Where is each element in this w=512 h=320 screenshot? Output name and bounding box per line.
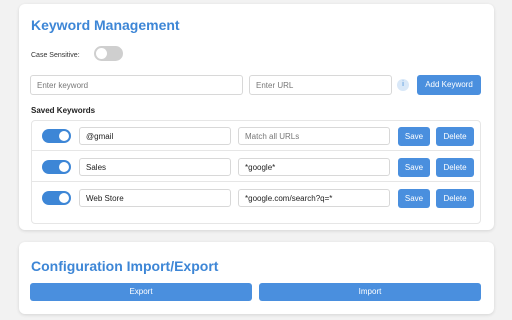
toggle-knob <box>59 162 69 172</box>
delete-button[interactable]: Delete <box>436 127 474 146</box>
keyword-enabled-toggle[interactable] <box>42 129 71 143</box>
row-keyword-field[interactable] <box>79 127 231 145</box>
row-url-field[interactable] <box>238 127 390 145</box>
row-url-field[interactable] <box>238 158 390 176</box>
keyword-row: Save Delete <box>32 121 480 151</box>
save-button[interactable]: Save <box>398 158 430 177</box>
keyword-row: Save Delete <box>32 183 480 213</box>
add-keyword-button[interactable]: Add Keyword <box>417 75 481 95</box>
keyword-input[interactable] <box>30 75 243 95</box>
save-button[interactable]: Save <box>398 127 430 146</box>
toggle-knob <box>59 193 69 203</box>
keyword-row: Save Delete <box>32 152 480 182</box>
case-sensitive-toggle[interactable] <box>94 46 123 61</box>
keyword-management-title: Keyword Management <box>31 17 180 33</box>
keyword-management-panel: Keyword Management Case Sensitive: i Add… <box>19 4 494 230</box>
toggle-knob <box>96 48 107 59</box>
keyword-enabled-toggle[interactable] <box>42 160 71 174</box>
row-keyword-field[interactable] <box>79 189 231 207</box>
info-icon[interactable]: i <box>397 79 409 91</box>
config-import-export-panel: Configuration Import/Export Export Impor… <box>19 242 494 314</box>
saved-keywords-list: Save Delete Save Delete Save Delete <box>31 120 481 224</box>
toggle-knob <box>59 131 69 141</box>
row-url-field[interactable] <box>238 189 390 207</box>
case-sensitive-label: Case Sensitive: <box>31 52 80 59</box>
delete-button[interactable]: Delete <box>436 158 474 177</box>
export-button[interactable]: Export <box>30 283 252 301</box>
config-title: Configuration Import/Export <box>31 258 219 274</box>
import-button[interactable]: Import <box>259 283 481 301</box>
row-keyword-field[interactable] <box>79 158 231 176</box>
save-button[interactable]: Save <box>398 189 430 208</box>
saved-keywords-heading: Saved Keywords <box>31 106 96 115</box>
url-input[interactable] <box>249 75 392 95</box>
keyword-enabled-toggle[interactable] <box>42 191 71 205</box>
delete-button[interactable]: Delete <box>436 189 474 208</box>
